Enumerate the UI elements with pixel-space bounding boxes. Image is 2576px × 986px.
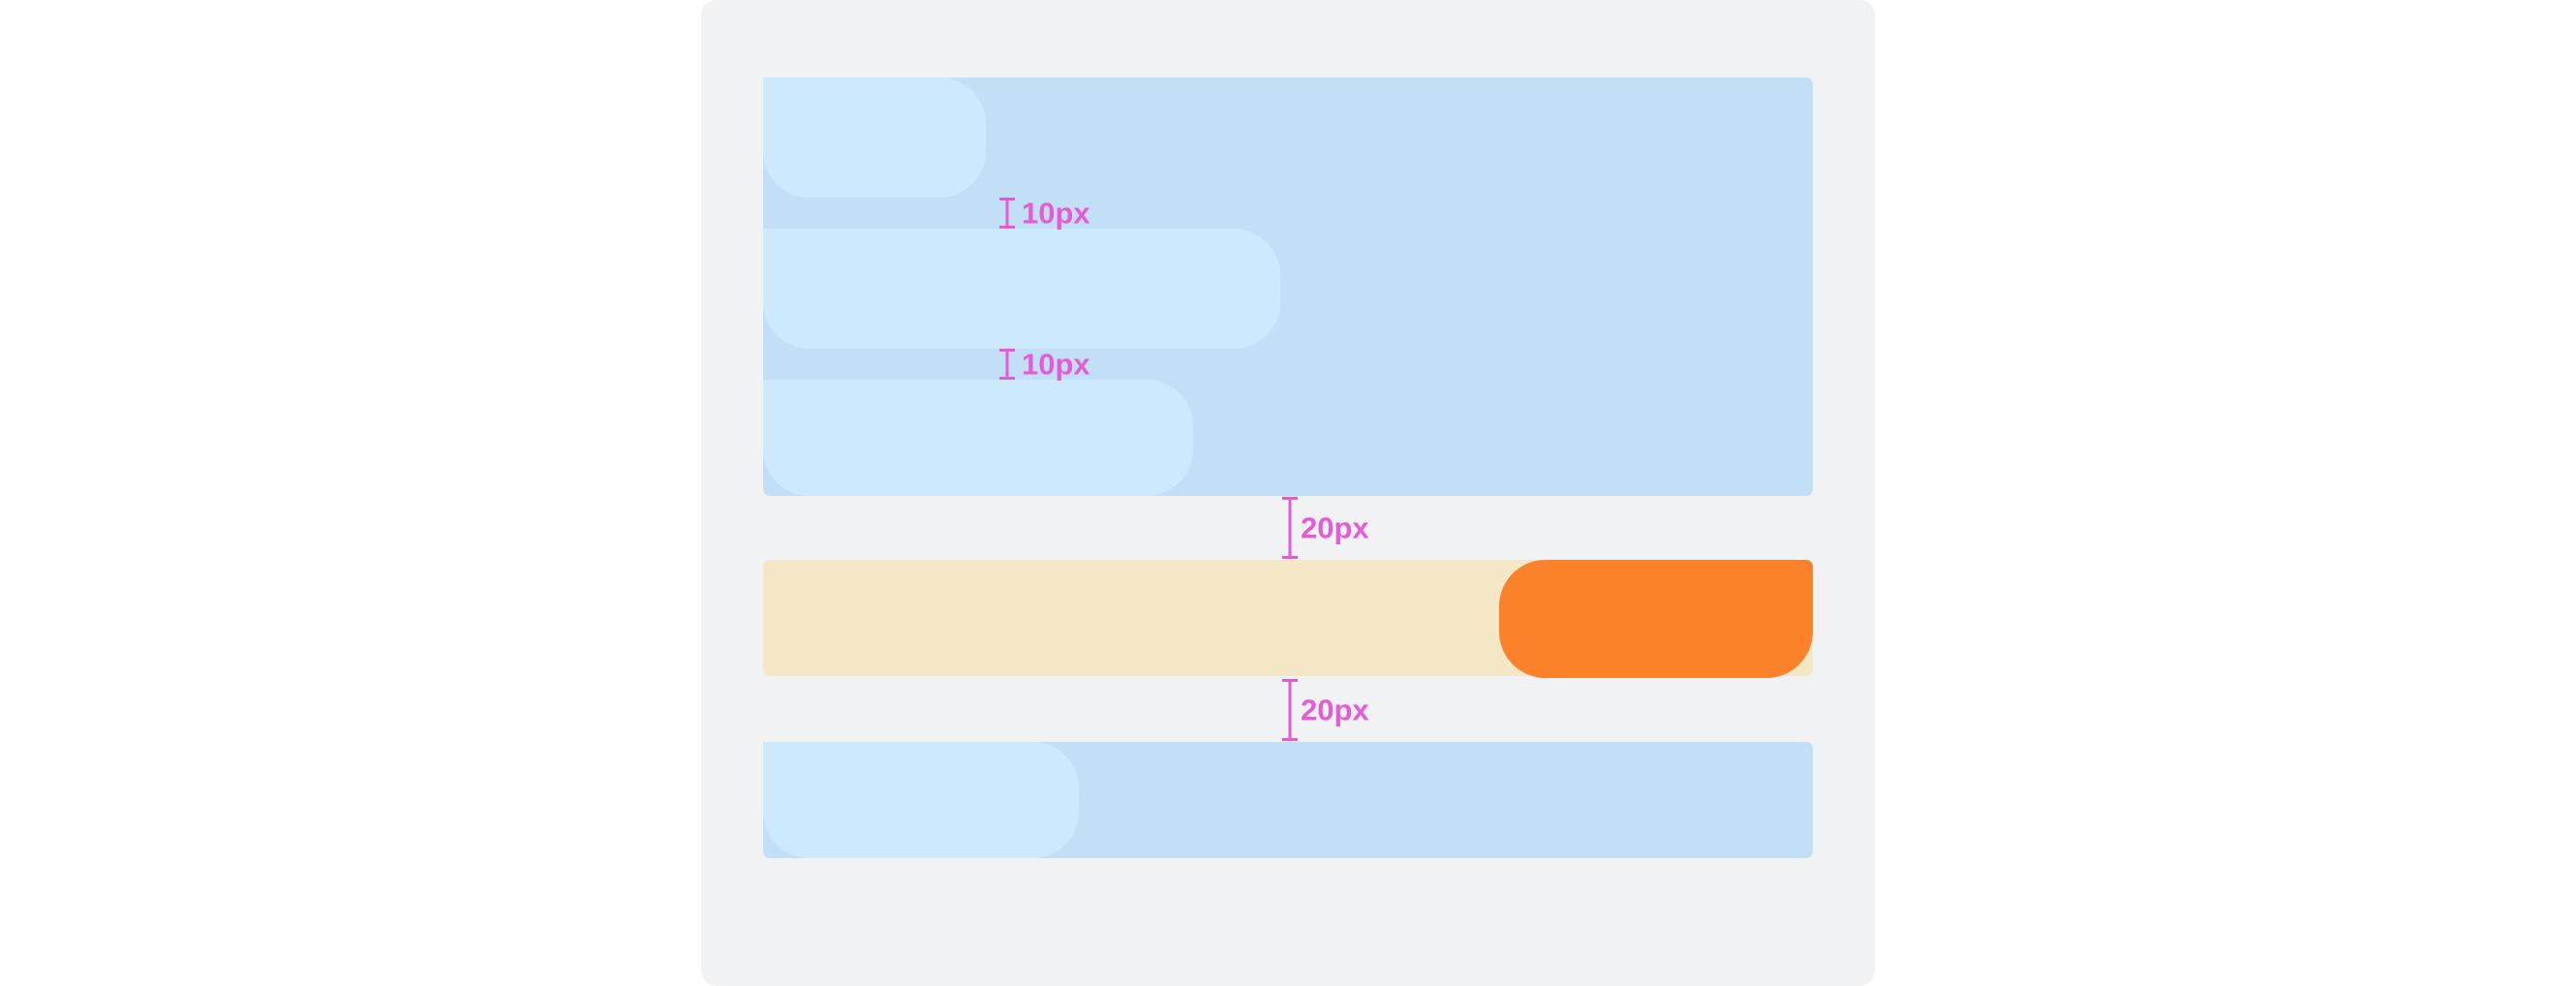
bubble-3 (763, 380, 1193, 496)
diagram-panel: 10px 10px 20px 20px (701, 0, 1875, 986)
spacing-marker-icon (999, 198, 1015, 229)
bottom-container (763, 742, 1813, 858)
gap-label: 20px (1301, 693, 1369, 727)
bubble-2 (763, 229, 1280, 349)
spacing-marker-icon (999, 349, 1015, 380)
bubble-4 (763, 742, 1079, 858)
spacing-marker-icon (1282, 497, 1298, 559)
spacing-marker-icon (1282, 679, 1298, 741)
middle-container (763, 560, 1813, 678)
orange-bubble (1499, 560, 1813, 678)
bubble-1 (763, 77, 986, 198)
top-container (763, 77, 1813, 496)
gap-label: 10px (1022, 196, 1090, 231)
gap-label: 20px (1301, 510, 1369, 545)
gap-label: 10px (1022, 347, 1090, 382)
